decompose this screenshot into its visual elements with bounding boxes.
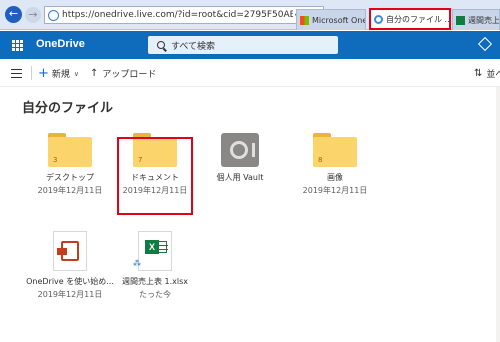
upload-label: アップロード	[102, 70, 157, 80]
vault-icon	[221, 133, 259, 167]
folder-tile-desktop[interactable]: 3 デスクトップ 2019年12月11日	[30, 133, 110, 196]
sort-label: 並べ	[486, 70, 500, 80]
premium-diamond-icon[interactable]	[477, 36, 493, 52]
folder-icon: 3	[48, 133, 92, 167]
item-count: 3	[53, 156, 58, 164]
search-placeholder: すべて検索	[171, 41, 216, 52]
excel-icon	[456, 15, 465, 25]
tab-weekly-sales[interactable]: 週間売上表	[452, 9, 500, 30]
search-box[interactable]: すべて検索	[148, 36, 338, 54]
item-date: 2019年12月11日	[302, 186, 368, 195]
file-tile-getting-started[interactable]: OneDrive を使い始め... 2019年12月11日	[26, 231, 114, 300]
url-text: https://onedrive.live.com/?id=root&cid=2…	[62, 10, 293, 20]
scrollbar[interactable]	[496, 87, 500, 342]
item-name: 画像	[327, 173, 343, 182]
new-label: 新規	[51, 70, 70, 80]
vault-tile[interactable]: 個人用 Vault	[200, 133, 280, 183]
windows-logo-icon	[300, 15, 309, 25]
app-launcher-icon[interactable]	[12, 40, 23, 51]
ie-icon	[374, 14, 383, 24]
item-name: 週間売上表 1.xlsx	[121, 277, 189, 286]
tab-microsoft-onedrive[interactable]: Microsoft OneD...	[296, 9, 366, 30]
item-name: OneDrive を使い始め...	[26, 277, 114, 286]
excel-file-icon: X ⁂	[133, 231, 172, 271]
page-title: 自分のファイル	[22, 101, 114, 116]
item-count: 8	[318, 156, 323, 164]
upload-arrow-icon: ↑	[90, 68, 99, 79]
item-name: デスクトップ	[46, 173, 94, 182]
tab-label: 自分のファイル ...	[386, 14, 451, 24]
forward-button[interactable]: →	[25, 7, 41, 23]
item-name: 個人用 Vault	[216, 173, 264, 182]
search-icon	[157, 41, 165, 49]
sort-icon: ⇅	[474, 68, 483, 79]
menu-icon[interactable]	[11, 69, 22, 81]
item-date: たった今	[139, 290, 171, 299]
brand-title[interactable]: OneDrive	[36, 38, 85, 50]
new-button[interactable]: + 新規 ∨	[38, 65, 80, 81]
plus-icon: +	[38, 65, 49, 81]
tab-label: 週間売上表	[468, 15, 500, 25]
folder-icon: 8	[313, 133, 357, 167]
browser-chrome: ← → https://onedrive.live.com/?id=root&c…	[0, 0, 500, 30]
back-button[interactable]: ←	[5, 6, 22, 23]
new-file-sparkle-icon: ⁂	[133, 259, 141, 268]
command-bar: + 新規 ∨ ↑ アップロード ⇅ 並べ	[0, 59, 500, 87]
globe-icon	[48, 9, 59, 21]
pdf-file-icon	[53, 231, 87, 271]
upload-button[interactable]: ↑ アップロード	[90, 67, 156, 80]
tab-label: Microsoft OneD...	[312, 15, 366, 25]
file-tile-weekly-sales[interactable]: X ⁂ 週間売上表 1.xlsx たった今	[115, 231, 195, 300]
item-date: 2019年12月11日	[37, 290, 103, 299]
item-date: 2019年12月11日	[37, 186, 103, 195]
highlight-box	[117, 137, 193, 215]
sort-button[interactable]: ⇅ 並べ	[474, 67, 500, 80]
address-bar[interactable]: https://onedrive.live.com/?id=root&cid=2…	[44, 6, 324, 24]
chevron-down-icon: ∨	[73, 69, 80, 78]
onedrive-header: OneDrive すべて検索	[0, 31, 500, 59]
file-list-area: 自分のファイル 3 デスクトップ 2019年12月11日 7 ドキュメント 20…	[0, 87, 500, 342]
folder-tile-pictures[interactable]: 8 画像 2019年12月11日	[295, 133, 375, 196]
tab-my-files[interactable]: 自分のファイル ... ×	[369, 8, 451, 30]
divider	[31, 66, 32, 80]
